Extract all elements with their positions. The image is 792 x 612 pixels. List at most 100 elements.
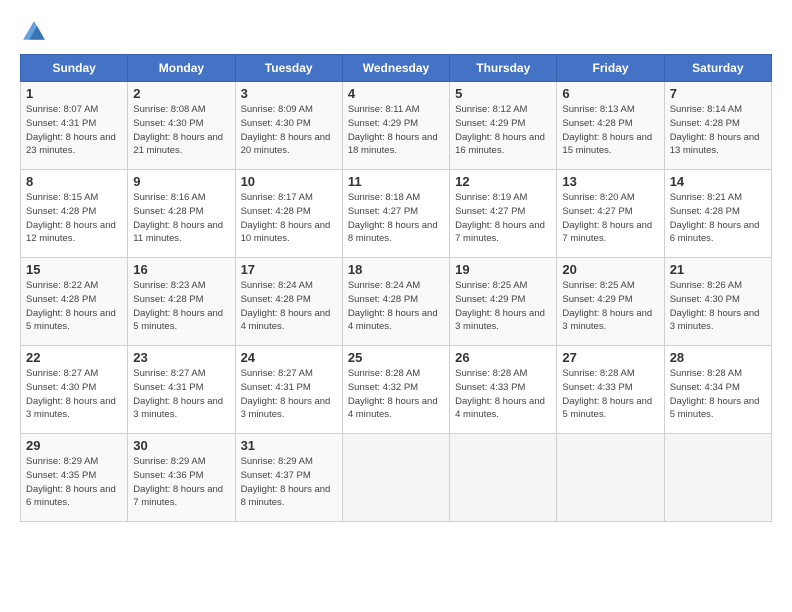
calendar-cell: 25Sunrise: 8:28 AM Sunset: 4:32 PM Dayli… [342, 346, 449, 434]
calendar-cell: 13Sunrise: 8:20 AM Sunset: 4:27 PM Dayli… [557, 170, 664, 258]
day-number: 16 [133, 262, 229, 277]
calendar-cell: 8 Sunrise: 8:15 AM Sunset: 4:28 PM Daylig… [21, 170, 128, 258]
calendar-week-row: 29 Sunrise: 8:29 AM Sunset: 4:35 PM Dayli… [21, 434, 772, 522]
day-number: 27 [562, 350, 658, 365]
calendar-cell: 19 Sunrise: 8:25 AM Sunset: 4:29 PM Dayli… [450, 258, 557, 346]
day-info: Sunrise: 8:25 AM Sunset: 4:29 PM Dayligh… [562, 279, 658, 334]
calendar-cell: 21 Sunrise: 8:26 AM Sunset: 4:30 PM Dayli… [664, 258, 771, 346]
day-number: 23 [133, 350, 229, 365]
day-info: Sunrise: 8:13 AM Sunset: 4:28 PM Dayligh… [562, 103, 658, 158]
calendar-cell: 15 Sunrise: 8:22 AM Sunset: 4:28 PM Dayli… [21, 258, 128, 346]
day-info: Sunrise: 8:29 AM Sunset: 4:37 PM Dayligh… [241, 455, 337, 510]
day-info: Sunrise: 8:28 AM Sunset: 4:33 PM Dayligh… [455, 367, 551, 422]
day-number: 5 [455, 86, 551, 101]
calendar-cell: 16Sunrise: 8:23 AM Sunset: 4:28 PM Dayli… [128, 258, 235, 346]
calendar-week-row: 15 Sunrise: 8:22 AM Sunset: 4:28 PM Dayli… [21, 258, 772, 346]
header [20, 18, 772, 46]
day-info: Sunrise: 8:07 AM Sunset: 4:31 PM Dayligh… [26, 103, 122, 158]
day-info: Sunrise: 8:26 AM Sunset: 4:30 PM Dayligh… [670, 279, 766, 334]
day-info: Sunrise: 8:27 AM Sunset: 4:31 PM Dayligh… [241, 367, 337, 422]
day-number: 31 [241, 438, 337, 453]
logo-icon [20, 18, 48, 46]
day-info: Sunrise: 8:27 AM Sunset: 4:31 PM Dayligh… [133, 367, 229, 422]
calendar-cell: 6 Sunrise: 8:13 AM Sunset: 4:28 PM Daylig… [557, 82, 664, 170]
calendar-cell: 2Sunrise: 8:08 AM Sunset: 4:30 PM Daylig… [128, 82, 235, 170]
weekday-header-sunday: Sunday [21, 55, 128, 82]
day-number: 14 [670, 174, 766, 189]
day-info: Sunrise: 8:21 AM Sunset: 4:28 PM Dayligh… [670, 191, 766, 246]
calendar-cell: 11Sunrise: 8:18 AM Sunset: 4:27 PM Dayli… [342, 170, 449, 258]
day-number: 2 [133, 86, 229, 101]
day-info: Sunrise: 8:20 AM Sunset: 4:27 PM Dayligh… [562, 191, 658, 246]
page: SundayMondayTuesdayWednesdayThursdayFrid… [0, 0, 792, 612]
day-info: Sunrise: 8:27 AM Sunset: 4:30 PM Dayligh… [26, 367, 122, 422]
weekday-header-row: SundayMondayTuesdayWednesdayThursdayFrid… [21, 55, 772, 82]
day-number: 20 [562, 262, 658, 277]
day-number: 4 [348, 86, 444, 101]
calendar-cell: 17 Sunrise: 8:24 AM Sunset: 4:28 PM Dayli… [235, 258, 342, 346]
day-number: 15 [26, 262, 122, 277]
weekday-header-tuesday: Tuesday [235, 55, 342, 82]
calendar-cell: 29 Sunrise: 8:29 AM Sunset: 4:35 PM Dayli… [21, 434, 128, 522]
calendar-cell: 4 Sunrise: 8:11 AM Sunset: 4:29 PM Daylig… [342, 82, 449, 170]
calendar-cell [664, 434, 771, 522]
calendar-cell: 31 Sunrise: 8:29 AM Sunset: 4:37 PM Dayli… [235, 434, 342, 522]
day-number: 8 [26, 174, 122, 189]
day-info: Sunrise: 8:24 AM Sunset: 4:28 PM Dayligh… [241, 279, 337, 334]
weekday-header-wednesday: Wednesday [342, 55, 449, 82]
day-number: 12 [455, 174, 551, 189]
day-number: 19 [455, 262, 551, 277]
calendar-cell: 30Sunrise: 8:29 AM Sunset: 4:36 PM Dayli… [128, 434, 235, 522]
day-info: Sunrise: 8:19 AM Sunset: 4:27 PM Dayligh… [455, 191, 551, 246]
day-info: Sunrise: 8:25 AM Sunset: 4:29 PM Dayligh… [455, 279, 551, 334]
calendar-cell: 27Sunrise: 8:28 AM Sunset: 4:33 PM Dayli… [557, 346, 664, 434]
logo [20, 18, 52, 46]
weekday-header-friday: Friday [557, 55, 664, 82]
day-number: 9 [133, 174, 229, 189]
day-number: 22 [26, 350, 122, 365]
day-number: 17 [241, 262, 337, 277]
calendar-cell: 22 Sunrise: 8:27 AM Sunset: 4:30 PM Dayli… [21, 346, 128, 434]
weekday-header-monday: Monday [128, 55, 235, 82]
day-number: 10 [241, 174, 337, 189]
calendar-cell: 9Sunrise: 8:16 AM Sunset: 4:28 PM Daylig… [128, 170, 235, 258]
calendar-cell: 28Sunrise: 8:28 AM Sunset: 4:34 PM Dayli… [664, 346, 771, 434]
calendar-week-row: 8 Sunrise: 8:15 AM Sunset: 4:28 PM Daylig… [21, 170, 772, 258]
day-info: Sunrise: 8:18 AM Sunset: 4:27 PM Dayligh… [348, 191, 444, 246]
day-info: Sunrise: 8:17 AM Sunset: 4:28 PM Dayligh… [241, 191, 337, 246]
day-info: Sunrise: 8:15 AM Sunset: 4:28 PM Dayligh… [26, 191, 122, 246]
day-info: Sunrise: 8:22 AM Sunset: 4:28 PM Dayligh… [26, 279, 122, 334]
calendar-cell: 7Sunrise: 8:14 AM Sunset: 4:28 PM Daylig… [664, 82, 771, 170]
day-number: 28 [670, 350, 766, 365]
day-number: 29 [26, 438, 122, 453]
day-number: 18 [348, 262, 444, 277]
day-info: Sunrise: 8:11 AM Sunset: 4:29 PM Dayligh… [348, 103, 444, 158]
calendar-cell: 10 Sunrise: 8:17 AM Sunset: 4:28 PM Dayli… [235, 170, 342, 258]
calendar-week-row: 22 Sunrise: 8:27 AM Sunset: 4:30 PM Dayli… [21, 346, 772, 434]
day-number: 6 [562, 86, 658, 101]
calendar-table: SundayMondayTuesdayWednesdayThursdayFrid… [20, 54, 772, 522]
calendar-cell [342, 434, 449, 522]
day-info: Sunrise: 8:12 AM Sunset: 4:29 PM Dayligh… [455, 103, 551, 158]
calendar-cell: 26 Sunrise: 8:28 AM Sunset: 4:33 PM Dayli… [450, 346, 557, 434]
calendar-cell: 18 Sunrise: 8:24 AM Sunset: 4:28 PM Dayli… [342, 258, 449, 346]
day-number: 26 [455, 350, 551, 365]
calendar-cell [557, 434, 664, 522]
calendar-cell: 12 Sunrise: 8:19 AM Sunset: 4:27 PM Dayli… [450, 170, 557, 258]
weekday-header-thursday: Thursday [450, 55, 557, 82]
calendar-week-row: 1Sunrise: 8:07 AM Sunset: 4:31 PM Daylig… [21, 82, 772, 170]
day-info: Sunrise: 8:09 AM Sunset: 4:30 PM Dayligh… [241, 103, 337, 158]
calendar-cell: 24 Sunrise: 8:27 AM Sunset: 4:31 PM Dayli… [235, 346, 342, 434]
calendar-cell: 20 Sunrise: 8:25 AM Sunset: 4:29 PM Dayli… [557, 258, 664, 346]
day-number: 21 [670, 262, 766, 277]
day-info: Sunrise: 8:24 AM Sunset: 4:28 PM Dayligh… [348, 279, 444, 334]
day-number: 24 [241, 350, 337, 365]
calendar-cell: 23 Sunrise: 8:27 AM Sunset: 4:31 PM Dayli… [128, 346, 235, 434]
calendar-cell: 3Sunrise: 8:09 AM Sunset: 4:30 PM Daylig… [235, 82, 342, 170]
calendar-cell: 5 Sunrise: 8:12 AM Sunset: 4:29 PM Daylig… [450, 82, 557, 170]
weekday-header-saturday: Saturday [664, 55, 771, 82]
day-info: Sunrise: 8:29 AM Sunset: 4:35 PM Dayligh… [26, 455, 122, 510]
calendar-cell: 1Sunrise: 8:07 AM Sunset: 4:31 PM Daylig… [21, 82, 128, 170]
day-info: Sunrise: 8:29 AM Sunset: 4:36 PM Dayligh… [133, 455, 229, 510]
calendar-cell [450, 434, 557, 522]
